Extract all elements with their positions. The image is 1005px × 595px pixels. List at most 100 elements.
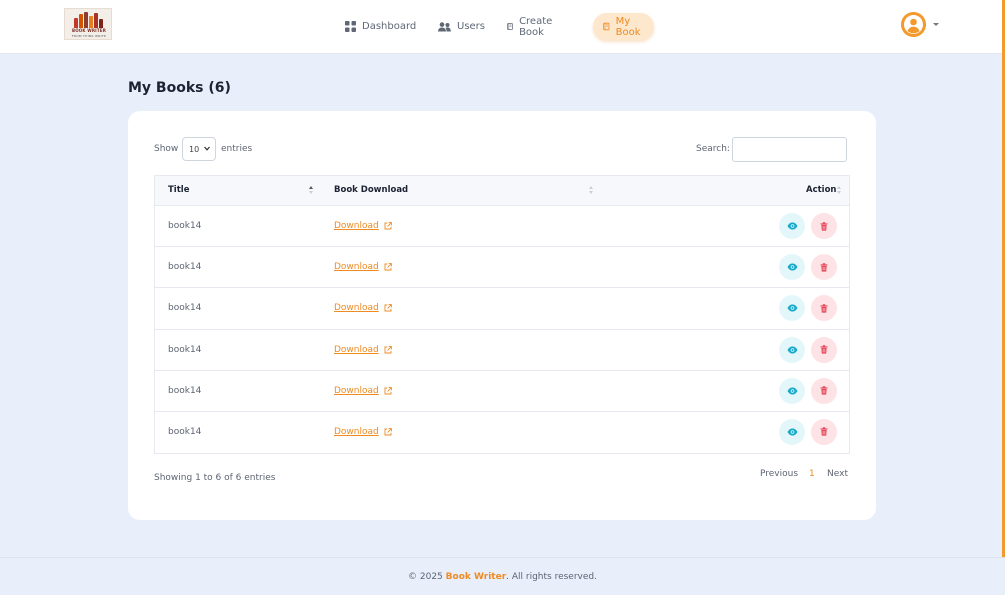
eye-icon (787, 222, 797, 230)
book-title: book14 (168, 344, 202, 355)
download-label: Download (334, 221, 379, 231)
pagination-previous[interactable]: Previous (760, 469, 798, 479)
length-show-label: Show (154, 144, 179, 154)
chevron-down-icon[interactable] (933, 23, 939, 26)
delete-button[interactable] (811, 295, 837, 322)
footer-suffix: . All rights reserved. (506, 572, 597, 582)
eye-icon (787, 346, 797, 354)
table-row: book14 Download (155, 206, 849, 248)
delete-button[interactable] (811, 254, 837, 281)
logo-brand-text: BOOK WRITER (71, 28, 107, 33)
download-link[interactable]: Download (334, 386, 392, 396)
books-table: Title Book Download Action book14 Downloa… (154, 175, 850, 455)
table-row: book14 Download (155, 411, 849, 454)
download-label: Download (334, 344, 379, 355)
search-label: Search: (696, 144, 730, 154)
page-length-value: 10 (189, 144, 200, 154)
nav-create-book-label: Create Book (519, 15, 553, 38)
nav-create-book[interactable]: Create Book (497, 13, 566, 40)
page-length-select[interactable]: 10 (182, 137, 216, 161)
external-link-icon (384, 345, 392, 354)
nav-dashboard[interactable]: Dashboard (335, 13, 426, 40)
download-link[interactable]: Download (334, 262, 392, 272)
nav-users-label: Users (457, 21, 486, 32)
delete-button[interactable] (811, 418, 837, 445)
column-header-title[interactable]: Title (168, 185, 189, 195)
table-row: book14 Download (155, 370, 849, 412)
download-label: Download (334, 262, 379, 273)
users-icon (438, 21, 451, 31)
user-avatar[interactable] (901, 12, 926, 37)
book-icon (603, 22, 610, 31)
trash-icon (820, 345, 828, 354)
search-input[interactable] (732, 137, 847, 162)
brand-logo[interactable]: BOOK WRITER FROM THINK WRITE (64, 8, 112, 40)
table-row: book14 Download (155, 247, 849, 289)
sort-icon[interactable] (837, 186, 842, 196)
book-title: book14 (168, 221, 202, 231)
download-link[interactable]: Download (334, 427, 392, 437)
nav-my-book[interactable]: My Book (593, 13, 654, 40)
view-button[interactable] (779, 418, 805, 445)
book-title: book14 (168, 426, 202, 437)
book-title: book14 (168, 303, 202, 314)
length-entries-label: entries (221, 144, 253, 154)
nav-dashboard-label: Dashboard (362, 21, 417, 32)
external-link-icon (384, 222, 392, 230)
view-button[interactable] (779, 213, 805, 239)
eye-icon (787, 428, 797, 436)
sort-asc-icon[interactable] (309, 186, 314, 196)
trash-icon (820, 221, 828, 231)
top-navbar: BOOK WRITER FROM THINK WRITE Dashboard U… (0, 0, 1005, 54)
external-link-icon (384, 263, 392, 271)
pagination-next[interactable]: Next (827, 469, 848, 479)
nav-users[interactable]: Users (428, 13, 495, 40)
book-icon (507, 23, 513, 30)
delete-button[interactable] (811, 377, 837, 404)
download-link[interactable]: Download (334, 303, 392, 313)
user-icon (901, 12, 926, 37)
logo-tagline: FROM THINK WRITE (71, 34, 107, 38)
table-info: Showing 1 to 6 of 6 entries (154, 473, 276, 483)
download-link[interactable]: Download (334, 221, 392, 231)
trash-icon (820, 427, 828, 437)
view-button[interactable] (779, 377, 805, 404)
eye-icon (787, 304, 797, 312)
books-card: Show 10 entries Search: Title Book Downl… (128, 111, 876, 520)
view-button[interactable] (779, 254, 805, 281)
book-title: book14 (168, 385, 202, 396)
table-header: Title Book Download Action (155, 176, 849, 206)
column-header-action[interactable]: Action (806, 185, 837, 195)
trash-icon (820, 262, 828, 272)
delete-button[interactable] (811, 336, 837, 363)
download-label: Download (334, 426, 379, 437)
view-button[interactable] (779, 336, 805, 363)
sort-icon[interactable] (589, 186, 594, 196)
chevron-down-icon (204, 146, 210, 151)
view-button[interactable] (779, 295, 805, 322)
download-link[interactable]: Download (334, 345, 392, 355)
footer-prefix: © 2025 (408, 572, 446, 582)
footer-brand-link[interactable]: Book Writer (446, 572, 506, 582)
grid-icon (345, 21, 356, 32)
external-link-icon (384, 304, 392, 312)
external-link-icon (384, 386, 392, 395)
eye-icon (787, 387, 797, 395)
eye-icon (787, 263, 797, 271)
download-label: Download (334, 385, 379, 396)
external-link-icon (384, 428, 392, 436)
column-header-book-download[interactable]: Book Download (334, 185, 408, 195)
pagination-page-1[interactable]: 1 (809, 469, 815, 479)
logo-books-icon (74, 12, 104, 28)
trash-icon (820, 304, 828, 313)
page-title: My Books (6) (128, 80, 231, 96)
download-label: Download (334, 303, 379, 314)
nav-my-book-label: My Book (615, 15, 641, 38)
footer: © 2025 Book Writer. All rights reserved. (0, 557, 1005, 595)
book-title: book14 (168, 262, 202, 273)
table-body: book14 Download book14 Download book14 Downlo… (155, 206, 849, 454)
table-row: book14 Download (155, 288, 849, 330)
delete-button[interactable] (811, 213, 837, 239)
table-row: book14 Download (155, 329, 849, 371)
trash-icon (820, 386, 828, 395)
